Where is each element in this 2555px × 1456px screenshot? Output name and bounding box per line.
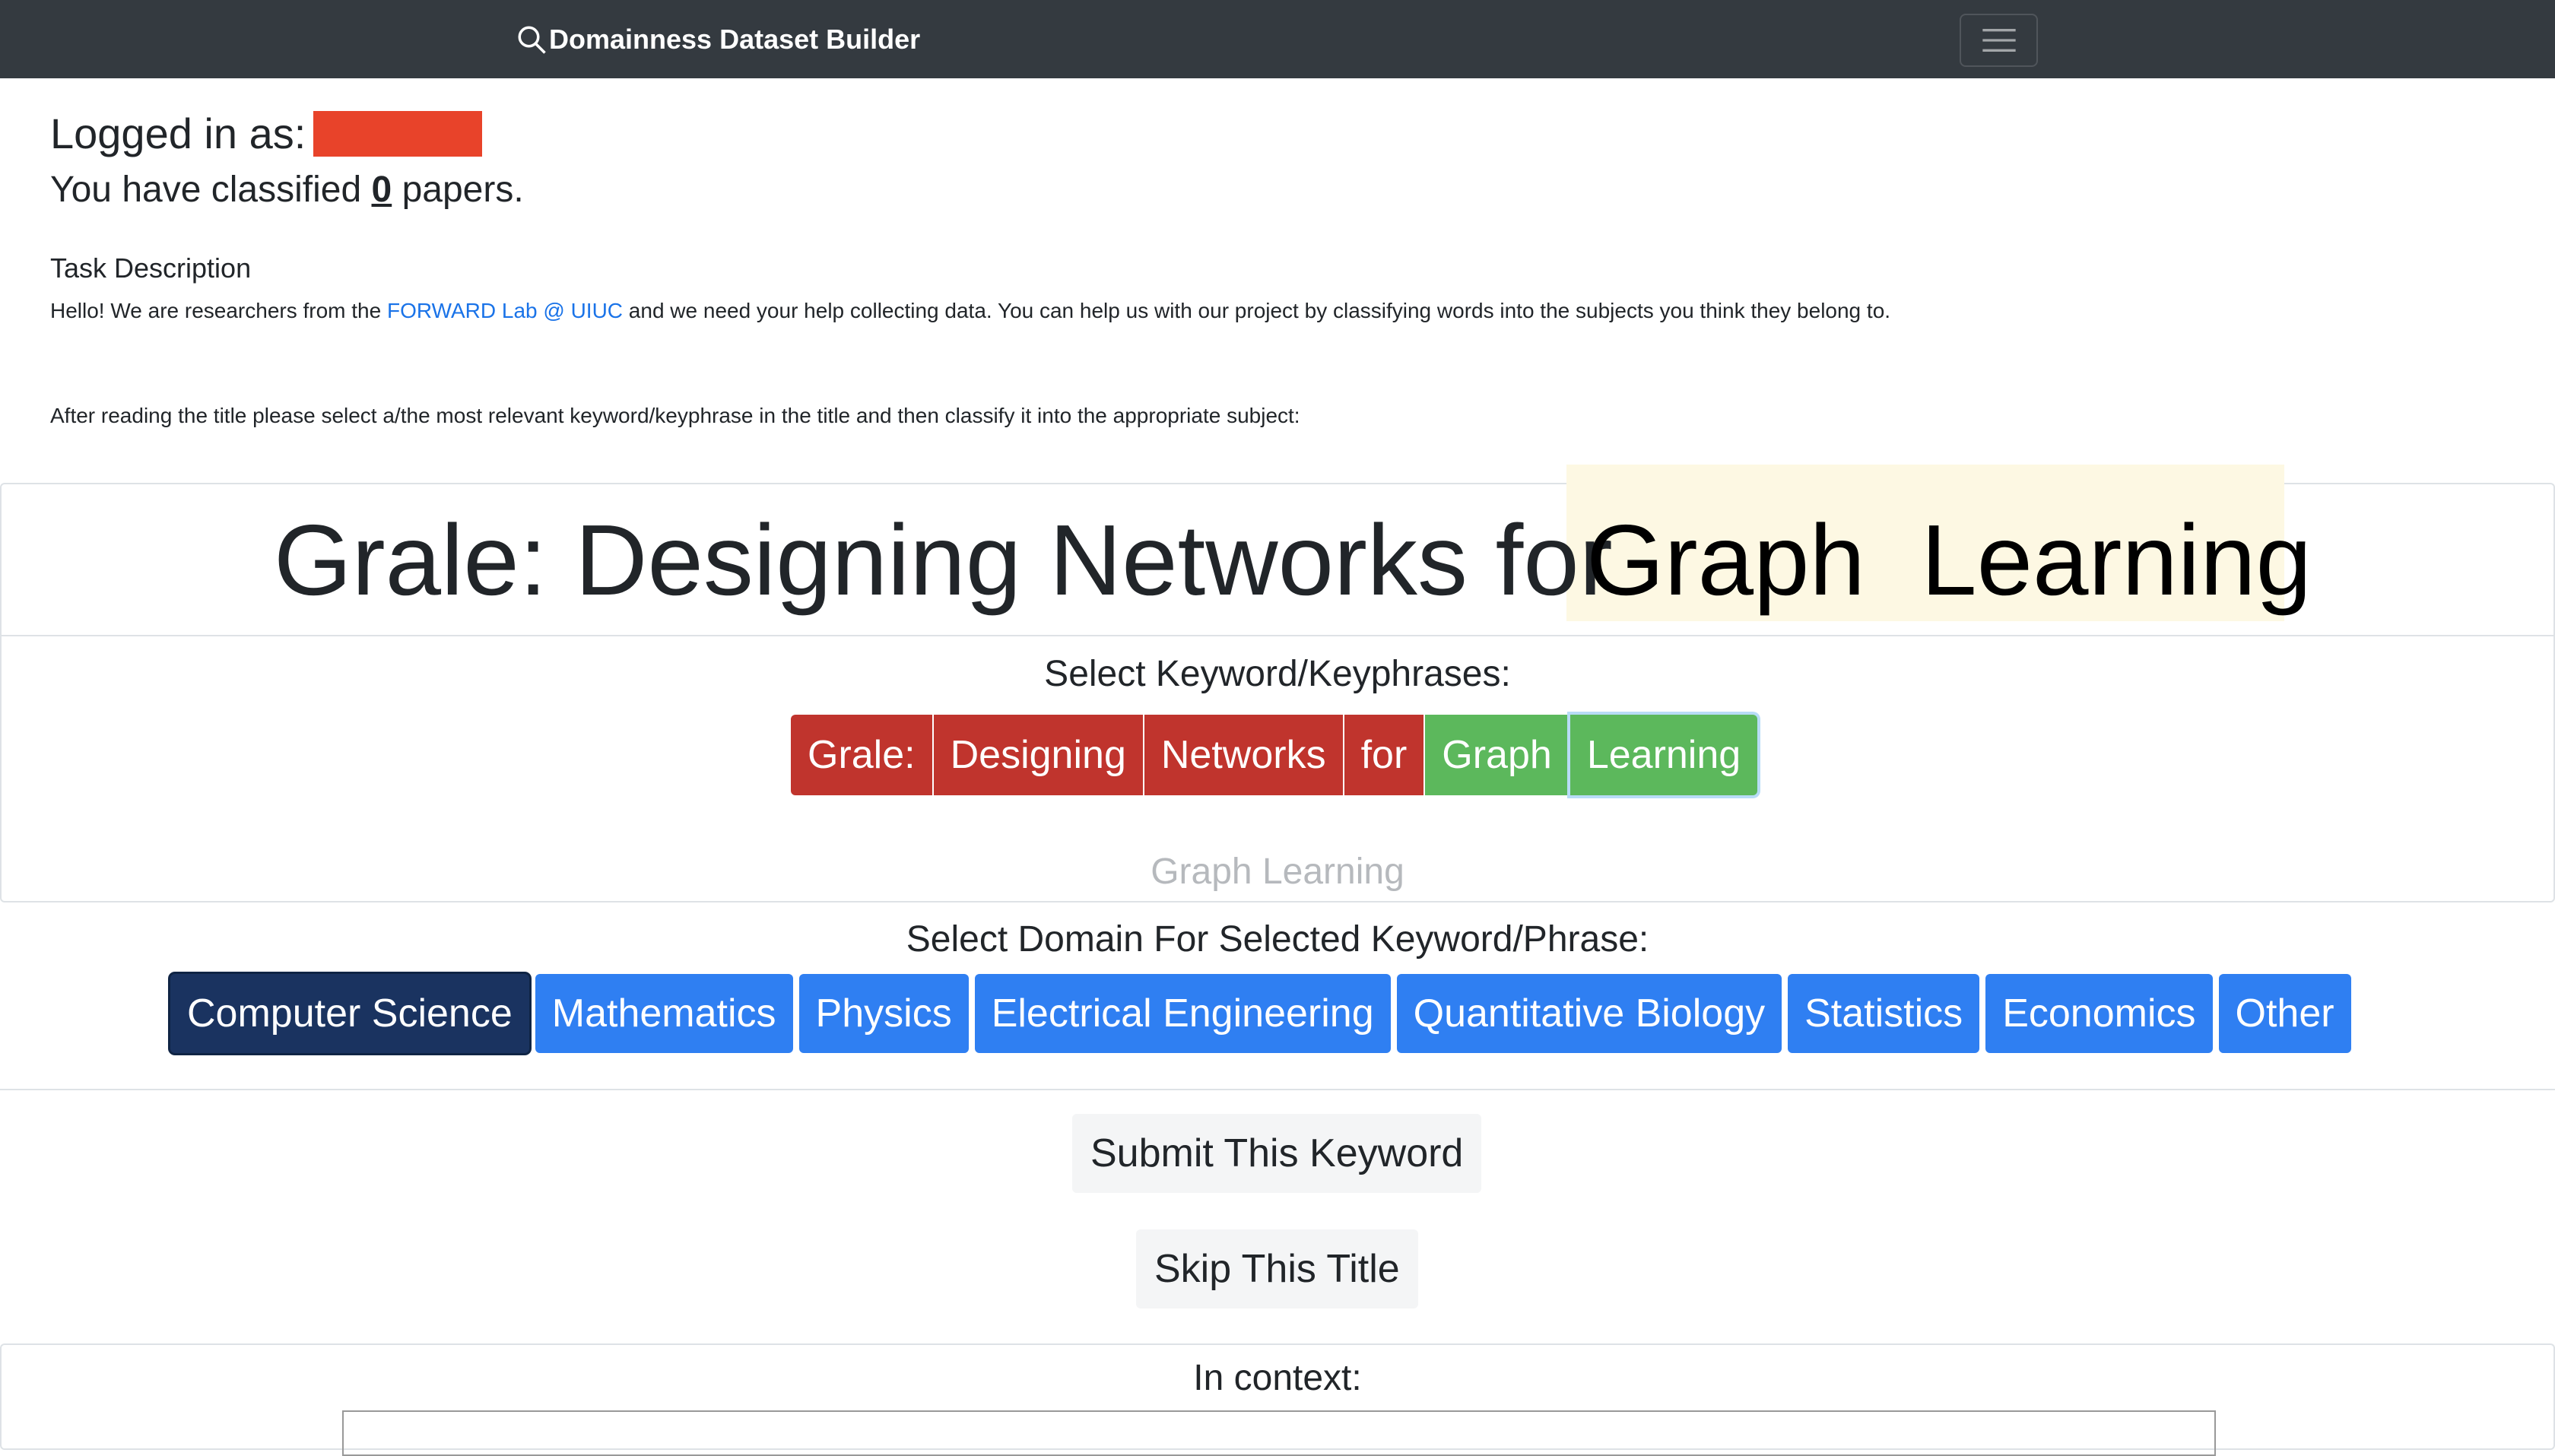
keyword-button-designing[interactable]: Designing xyxy=(933,715,1143,795)
keyword-button-graph[interactable]: Graph xyxy=(1425,715,1569,795)
paper-title-row: Grale: Designing Networks for Graph Lear… xyxy=(2,465,2553,636)
domain-button-other[interactable]: Other xyxy=(2218,974,2351,1053)
domain-button-electrical-engineering[interactable]: Electrical Engineering xyxy=(974,974,1391,1053)
keyword-button-grale[interactable]: Grale: xyxy=(791,715,932,795)
section-divider xyxy=(0,1089,2555,1090)
select-domain-label: Select Domain For Selected Keyword/Phras… xyxy=(906,919,1649,960)
menu-toggle-button[interactable] xyxy=(1960,14,2038,67)
keyword-button-for[interactable]: for xyxy=(1344,715,1424,795)
context-card: In context: xyxy=(0,1343,2555,1456)
classified-count: 0 xyxy=(371,170,392,210)
task-intro: Hello! We are researchers from the FORWA… xyxy=(50,295,1890,327)
domain-button-economics[interactable]: Economics xyxy=(1985,974,2213,1053)
redacted-username xyxy=(313,111,483,157)
domain-button-statistics[interactable]: Statistics xyxy=(1788,974,1980,1053)
keyword-button-networks[interactable]: Networks xyxy=(1144,715,1343,795)
selected-keyphrase: Graph Learning xyxy=(1151,852,1404,892)
in-context-label: In context: xyxy=(1193,1358,1362,1398)
top-navbar: Domainness Dataset Builder xyxy=(0,0,2555,78)
logged-in-line: Logged in as: xyxy=(50,105,483,163)
paper-title-card: Grale: Designing Networks for Graph Lear… xyxy=(0,465,2555,902)
paper-title-highlighted: Graph Learning xyxy=(1586,504,2312,616)
domain-button-physics[interactable]: Physics xyxy=(798,974,969,1053)
task-description-heading: Task Description xyxy=(50,252,252,284)
domain-button-group: Computer Science Mathematics Physics Ele… xyxy=(170,974,2357,1053)
classified-prefix: You have classified xyxy=(50,170,362,210)
domain-button-mathematics[interactable]: Mathematics xyxy=(535,974,793,1053)
keyword-button-learning[interactable]: Learning xyxy=(1570,715,1758,795)
brand[interactable]: Domainness Dataset Builder xyxy=(516,20,920,59)
keyword-button-group: Grale: Designing Networks for Graph Lear… xyxy=(791,715,1759,795)
paper-title: Grale: Designing Networks for xyxy=(274,504,1613,616)
logged-in-label: Logged in as: xyxy=(50,109,306,157)
intro-suffix: and we need your help collecting data. Y… xyxy=(628,299,1891,322)
hamburger-menu-icon xyxy=(1982,29,2016,52)
domain-button-quantitative-biology[interactable]: Quantitative Biology xyxy=(1396,974,1782,1053)
context-frame xyxy=(342,1410,2216,1456)
brand-title: Domainness Dataset Builder xyxy=(549,24,921,55)
classified-suffix: papers. xyxy=(402,170,524,210)
task-instruction: After reading the title please select a/… xyxy=(50,404,1300,427)
search-icon xyxy=(518,26,546,54)
select-keyword-label: Select Keyword/Keyphrases: xyxy=(1044,654,1511,694)
forward-lab-link[interactable]: FORWARD Lab @ UIUC xyxy=(387,299,623,322)
intro-prefix: Hello! We are researchers from the xyxy=(50,299,382,322)
classified-count-line: You have classified 0 papers. xyxy=(50,163,524,217)
submit-keyword-button[interactable]: Submit This Keyword xyxy=(1072,1114,1482,1193)
skip-title-button[interactable]: Skip This Title xyxy=(1136,1229,1418,1308)
domain-button-computer-science[interactable]: Computer Science xyxy=(170,974,529,1053)
